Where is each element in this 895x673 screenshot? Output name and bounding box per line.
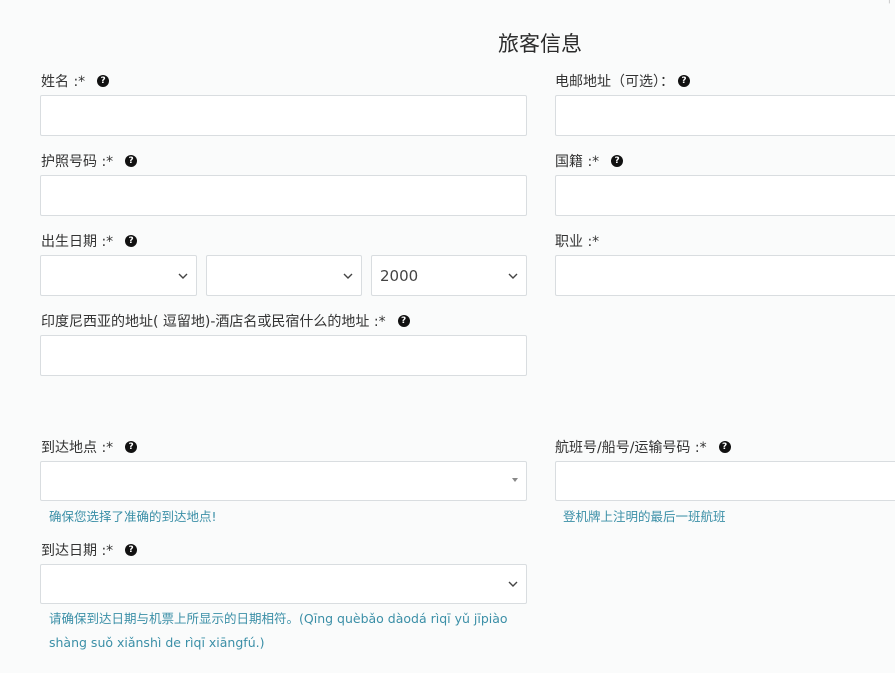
email-label-text: 电邮地址（可选）： [555, 74, 674, 90]
arrival-place-help-icon[interactable]: ? [125, 441, 138, 453]
arrival-date-hint-line2: shàng suǒ xiǎnshì de rìqī xiāngfú.) [49, 635, 265, 650]
nationality-help-icon[interactable]: ? [611, 155, 624, 167]
birthdate-label-text: 出生日期 :* [41, 234, 114, 250]
name-input[interactable] [40, 95, 527, 136]
arrival-place-select[interactable] [40, 461, 527, 501]
email-label: 电邮地址（可选）： ? [555, 71, 690, 91]
address-label-text: 印度尼西亚的地址( 逗留地)-酒店名或民宿什么的地址 :* [41, 314, 386, 330]
arrival-date-label-text: 到达日期 :* [41, 543, 114, 559]
passport-help-icon[interactable]: ? [125, 155, 138, 167]
address-input[interactable] [40, 335, 527, 376]
nationality-input[interactable] [555, 175, 895, 216]
flight-number-label-text: 航班号/船号/运输号码 :* [555, 440, 707, 456]
address-label: 印度尼西亚的地址( 逗留地)-酒店名或民宿什么的地址 :* ? [41, 311, 410, 331]
flight-number-hint: 登机牌上注明的最后一班航班 [563, 509, 726, 524]
name-help-icon[interactable]: ? [97, 75, 110, 87]
passport-label: 护照号码 :* ? [41, 151, 138, 171]
nationality-label-text: 国籍 :* [555, 154, 600, 170]
occupation-input[interactable] [555, 255, 895, 296]
caret-down-icon [512, 478, 518, 482]
flight-number-input[interactable] [555, 461, 895, 501]
birth-year-value: 2000 [380, 266, 419, 285]
arrival-date-help-icon[interactable]: ? [125, 544, 138, 556]
arrival-date-label: 到达日期 :* ? [41, 540, 138, 560]
birth-month-select[interactable] [206, 255, 362, 296]
chevron-down-icon [343, 273, 353, 279]
birth-day-select[interactable] [40, 255, 197, 296]
flight-number-label: 航班号/船号/运输号码 :* ? [555, 437, 731, 457]
passport-input[interactable] [40, 175, 527, 216]
birth-year-select[interactable]: 2000 [371, 255, 527, 296]
birthdate-label: 出生日期 :* ? [41, 231, 138, 251]
arrival-date-select[interactable] [40, 564, 527, 604]
birthdate-help-icon[interactable]: ? [125, 235, 138, 247]
arrival-place-hint: 确保您选择了准确的到达地点! [49, 509, 217, 524]
flight-number-help-icon[interactable]: ? [718, 441, 731, 453]
arrival-place-label-text: 到达地点 :* [41, 440, 114, 456]
email-help-icon[interactable]: ? [678, 75, 690, 87]
corner-glyph: ' [887, 0, 891, 12]
chevron-down-icon [508, 273, 518, 279]
occupation-label: 职业 :* [555, 231, 599, 251]
page-title: 旅客信息 [498, 32, 582, 56]
name-label: 姓名 :* ? [41, 71, 110, 91]
chevron-down-icon [178, 273, 188, 279]
name-label-text: 姓名 :* [41, 74, 86, 90]
arrival-date-hint-line1: 请确保到达日期与机票上所显示的日期相符。(Qīng quèbǎo dàodá r… [49, 611, 508, 626]
passport-label-text: 护照号码 :* [41, 154, 114, 170]
arrival-place-label: 到达地点 :* ? [41, 437, 138, 457]
occupation-label-text: 职业 :* [555, 234, 600, 250]
address-help-icon[interactable]: ? [397, 315, 410, 327]
chevron-down-icon [508, 581, 518, 587]
email-input[interactable] [555, 95, 895, 136]
nationality-label: 国籍 :* ? [555, 151, 624, 171]
